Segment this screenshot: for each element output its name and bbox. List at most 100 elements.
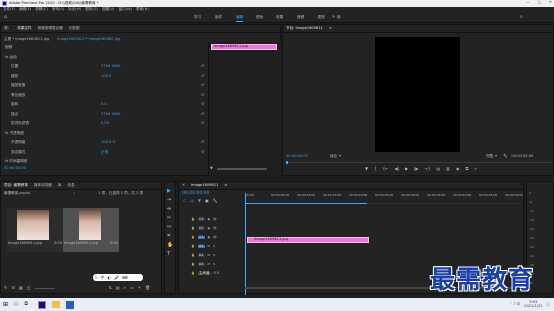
reset-icon[interactable]: ↺ <box>201 74 204 79</box>
fit-dropdown-icon[interactable]: ▾ <box>339 154 341 159</box>
solo-icon[interactable]: 👁 <box>213 227 217 230</box>
effect-property-value[interactable]: 0.00 <box>101 122 109 126</box>
workspace-tab[interactable]: 库 <box>337 15 341 20</box>
menu-item[interactable]: 帮助(H) <box>136 8 149 12</box>
effect-property-row[interactable]: 视频 <box>5 45 205 51</box>
mark-out-icon[interactable]: { <box>374 167 377 171</box>
program-monitor-title[interactable]: 节目: Image1609811 <box>286 26 323 31</box>
track-label[interactable]: V3 <box>197 217 205 222</box>
track-lock-icon[interactable]: 🔒 <box>191 227 195 230</box>
solo-icon[interactable]: 👁 <box>213 218 217 221</box>
workspace-tab[interactable]: 编辑 <box>236 15 244 22</box>
quality-dropdown-icon[interactable]: ▾ <box>495 154 497 159</box>
effect-property-value[interactable]: 100.0 <box>101 74 111 79</box>
effect-property-row[interactable]: 旋转 0.0 ↺ <box>5 102 205 108</box>
freeform-view-icon[interactable]: ◱ <box>27 286 31 290</box>
track-lock-icon[interactable]: 🔒 <box>191 245 195 248</box>
filter-icon[interactable]: ▼ <box>210 166 213 171</box>
track-header[interactable]: 🔒 A2 M S <box>191 252 241 259</box>
workspace-tab[interactable]: 效果 <box>276 15 283 20</box>
slip-icon[interactable]: ↔ <box>167 224 173 230</box>
track-header[interactable]: 🔒 V1 ◉ 👁 <box>191 234 241 241</box>
timeline-timecode[interactable]: 00:00:00:00 <box>182 191 209 197</box>
ime-lang-icon[interactable]: 中 <box>101 275 105 281</box>
track-label[interactable]: 主声道 <box>197 271 211 276</box>
fit-select[interactable]: 适合 <box>330 154 337 159</box>
notification-icon[interactable]: ▢ <box>547 302 550 307</box>
master-volume-value[interactable]: 0.0 <box>214 271 220 276</box>
reset-icon[interactable]: ↺ <box>201 150 204 155</box>
track-lock-icon[interactable]: 🔒 <box>191 218 195 221</box>
marker-in-icon[interactable]: ▼ <box>365 167 368 171</box>
quality-select[interactable]: 完整 <box>486 154 493 159</box>
reset-icon[interactable]: ↺ <box>201 103 204 107</box>
extract-icon[interactable]: ▥ <box>446 167 450 171</box>
effect-property-value[interactable]: 100.0 % <box>101 141 116 145</box>
new-bin-icon[interactable]: ▭ <box>130 286 134 290</box>
ime-keyboard-icon[interactable]: ⌨ <box>122 275 128 280</box>
project-media-item[interactable]: Image1609811.jpg 5:00 <box>7 208 63 252</box>
solo-icon[interactable]: S <box>213 263 215 266</box>
icon-view-icon[interactable]: ▦ <box>19 286 23 290</box>
project-search-icon[interactable]: ⌕ <box>73 191 75 196</box>
menu-item[interactable]: 窗口(W) <box>118 8 132 12</box>
panel-menu-icon[interactable]: ≡ <box>329 26 332 31</box>
comparison-icon[interactable]: ⧉ <box>465 167 468 171</box>
track-lock-icon[interactable]: 🔒 <box>191 236 195 239</box>
task-view-icon[interactable]: ⧉ <box>24 302 28 307</box>
track-label[interactable]: A1 <box>197 244 205 249</box>
project-panel-tab[interactable]: 库 <box>58 183 62 188</box>
sort-icon[interactable]: ⇅ <box>109 286 112 290</box>
more-icon[interactable]: » <box>474 167 476 171</box>
effect-controls-tab[interactable]: 源： <box>4 26 11 31</box>
find-icon[interactable]: ⌕ <box>124 286 126 290</box>
effect-property-row[interactable]: 缩放宽度 ↺ <box>5 83 205 89</box>
timeline-settings-icon[interactable]: ▣ <box>205 199 209 203</box>
track-label[interactable]: A3 <box>197 262 205 267</box>
effect-property-row[interactable]: 防闪烁滤镜 0.00 ↺ <box>5 121 205 127</box>
timeline-menu-icon[interactable]: ≡ <box>224 183 227 188</box>
start-icon[interactable]: ⊞ <box>3 301 8 308</box>
maximize-icon[interactable]: □ <box>538 0 541 5</box>
settings-wrench-icon[interactable]: 🔧 <box>503 154 507 159</box>
ime-toolbar[interactable]: S 中 ◐ 🎤 ⌨ <box>93 274 143 281</box>
reset-icon[interactable]: ↺ <box>201 122 204 126</box>
effect-property-value[interactable]: 0.0 <box>101 103 107 107</box>
effect-property-row[interactable]: fx 运动 <box>5 55 205 61</box>
effect-property-value[interactable]: 3760 1850 <box>101 65 120 69</box>
ime-moon-icon[interactable]: ◐ <box>108 275 112 280</box>
track-header[interactable]: 🔒 主声道 0.0 <box>191 270 241 277</box>
project-panel-tab[interactable]: 媒体浏览器 <box>34 183 52 188</box>
effect-controls-tab[interactable]: 效果控件 <box>17 26 31 31</box>
track-header[interactable]: 🔒 A3 M S <box>191 261 241 268</box>
ripple-edit-icon[interactable]: ⇹ <box>167 206 173 212</box>
menu-item[interactable]: 视图(V) <box>102 8 114 12</box>
mute-icon[interactable]: ◉ <box>208 236 211 239</box>
workspace-tab[interactable]: 颜色 <box>256 15 263 20</box>
play-icon[interactable]: ▶ <box>405 167 408 171</box>
project-panel-tab[interactable]: 信息 <box>67 183 74 188</box>
track-lock-icon[interactable]: 🔒 <box>191 272 195 275</box>
effect-controls-tab[interactable]: 元数据 <box>69 26 80 31</box>
step-back-icon[interactable]: ◀| <box>395 167 399 171</box>
list-view-icon[interactable]: ☰ <box>11 286 15 290</box>
clip-header-sequence[interactable]: Image1609811 * Image16098C.jpg <box>57 37 120 42</box>
razor-icon[interactable]: ✂ <box>167 215 173 221</box>
effect-property-row[interactable]: 混合模式 正常 ↺ <box>5 150 205 156</box>
effect-timecode[interactable]: 00:00:00:00 <box>4 166 26 171</box>
timeline-clip-v1[interactable]: Image1609811.jpg <box>247 237 369 243</box>
go-to-in-icon[interactable]: {← <box>383 167 389 171</box>
playhead[interactable] <box>245 193 246 295</box>
mute-icon[interactable]: M <box>208 245 211 248</box>
minimize-icon[interactable]: — <box>526 0 530 5</box>
workspace-tab[interactable]: 图形 <box>318 15 325 20</box>
trash-icon[interactable]: 🗑 <box>145 286 150 290</box>
workspace-menu-icon[interactable]: » <box>332 15 335 20</box>
step-forward-icon[interactable]: |▶ <box>414 167 418 171</box>
clip-header-master[interactable]: 主要 * lmage1609811.jpg <box>4 37 49 42</box>
solo-icon[interactable]: S <box>213 254 215 257</box>
menu-item[interactable]: 文件(F) <box>3 8 15 12</box>
ime-mic-icon[interactable]: 🎤 <box>114 275 119 280</box>
track-select-icon[interactable]: ⇥ <box>167 197 173 203</box>
workspace-tab[interactable]: 音频 <box>297 15 304 20</box>
